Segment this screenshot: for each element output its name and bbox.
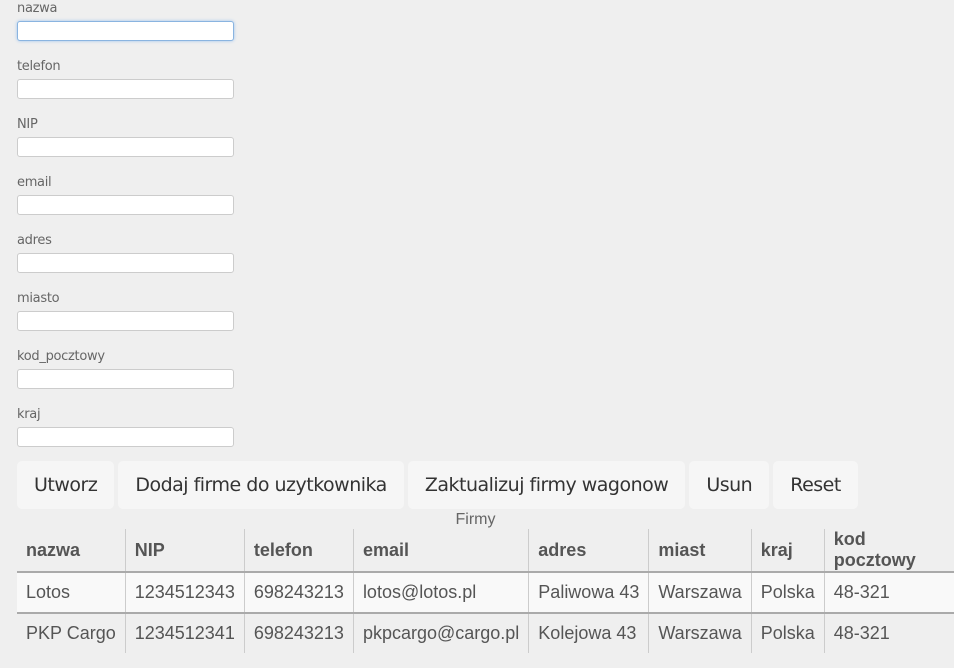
table-cell: Polska [750,572,825,613]
field-kraj: kraj [17,407,234,447]
column-header: miast [648,529,752,572]
adres-input[interactable] [17,253,234,273]
table-cell: 48-321 [823,572,954,613]
table-cell: Kolejowa 43 [528,613,649,653]
column-header: kod pocztowy [823,529,954,572]
telefon-input[interactable] [17,79,234,99]
field-telefon: telefon [17,59,234,99]
reset-button[interactable]: Reset [773,461,858,509]
column-header: nazwa [26,539,81,560]
table-caption: Firmy [455,511,496,528]
table-cell: PKP Cargo [26,623,116,643]
field-label: telefon [17,59,61,74]
field-email: email [17,175,234,215]
field-label: NIP [17,117,38,132]
field-miasto: miasto [17,291,234,331]
column-header: NIP [124,529,245,572]
kraj-input[interactable] [17,427,234,447]
field-nazwa: nazwa [17,1,234,41]
field-kod-pocztowy: kod_pocztowy [17,349,234,389]
field-label: miasto [17,291,60,306]
miasto-input[interactable] [17,311,234,331]
column-header: telefon [243,529,354,572]
add-company-to-user-button[interactable]: Dodaj firme do uzytkownika [118,461,404,509]
kod-pocztowy-input[interactable] [17,369,234,389]
nip-input[interactable] [17,137,234,157]
table-cell: 48-321 [823,613,954,653]
table-cell: Polska [750,613,825,653]
field-label: kod_pocztowy [17,349,105,364]
table-cell: 1234512343 [124,572,245,613]
email-input[interactable] [17,195,234,215]
field-label: adres [17,233,52,248]
column-header: kraj [750,529,825,572]
field-label: email [17,175,52,190]
action-buttons: Utworz Dodaj firme do uzytkownika Zaktua… [17,461,858,509]
companies-table: nazwa NIP telefon email adres miast kraj… [17,529,954,653]
field-nip: NIP [17,117,234,157]
table-cell: 698243213 [243,572,354,613]
field-adres: adres [17,233,234,273]
table-row[interactable]: PKP Cargo 1234512341 698243213 pkpcargo@… [17,613,954,653]
column-header: adres [528,529,649,572]
table-row[interactable]: Lotos 1234512343 698243213 lotos@lotos.p… [17,572,954,613]
nazwa-input[interactable] [17,21,234,41]
table-cell: Lotos [26,582,71,602]
table-cell: Paliwowa 43 [528,572,649,613]
table-header-row: nazwa NIP telefon email adres miast kraj… [17,529,954,572]
field-label: nazwa [17,1,58,16]
delete-button[interactable]: Usun [689,461,770,509]
update-wagon-companies-button[interactable]: Zaktualizuj firmy wagonow [407,461,686,509]
table-cell: Warszawa [648,572,752,613]
table-cell: pkpcargo@cargo.pl [352,613,529,653]
table-cell: 1234512341 [124,613,245,653]
table-cell: Warszawa [648,613,752,653]
column-header: email [352,529,529,572]
create-button[interactable]: Utworz [17,461,115,509]
table-cell: lotos@lotos.pl [352,572,529,613]
field-label: kraj [17,407,41,422]
table-cell: 698243213 [243,613,354,653]
